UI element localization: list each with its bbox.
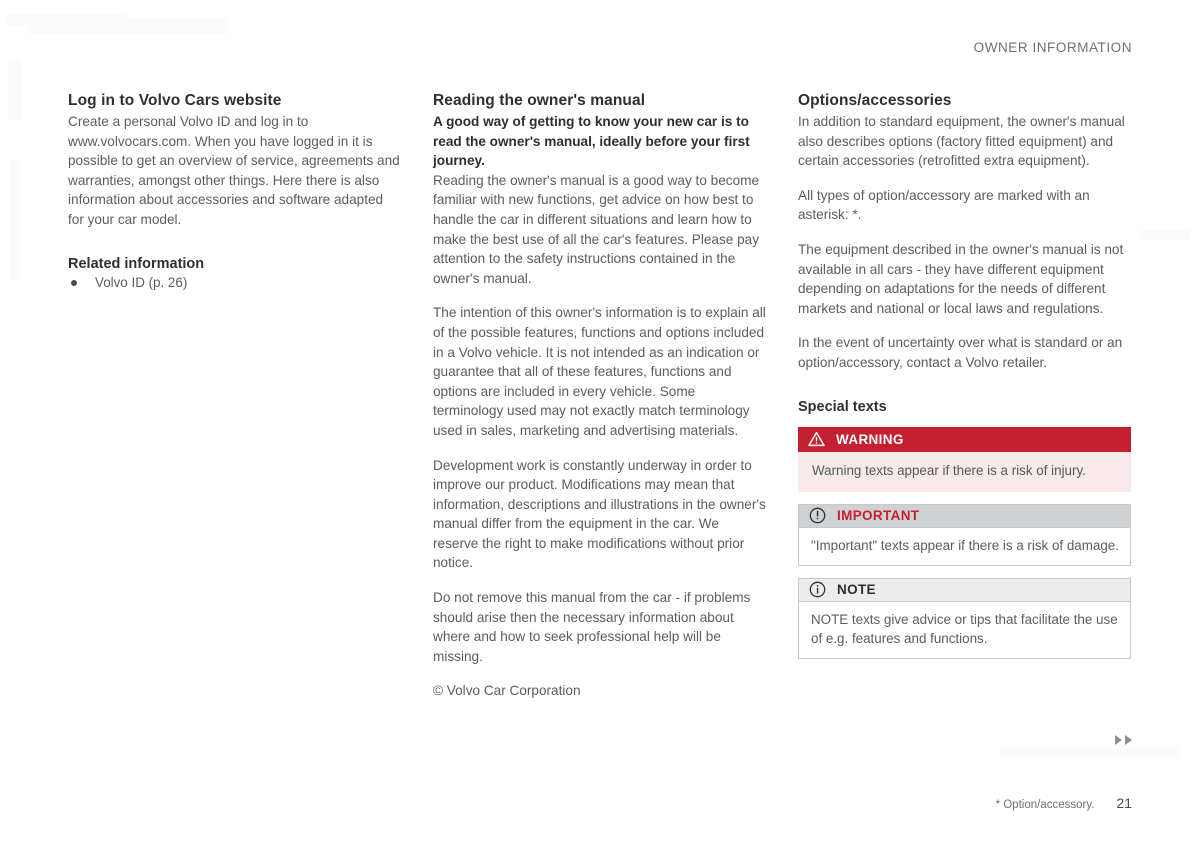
scan-artifact	[8, 60, 22, 120]
bullet-icon	[71, 279, 77, 286]
note-box-label: NOTE	[837, 582, 876, 598]
right-section-heading: Options/accessories	[798, 92, 952, 109]
middle-paragraph-2: The intention of this owner's informatio…	[433, 305, 766, 438]
arrow-triangle	[1115, 735, 1122, 745]
right-paragraph-4: In the event of uncertainty over what is…	[798, 335, 1123, 370]
warning-triangle-icon	[807, 430, 825, 448]
column-right: Options/accessories In addition to stand…	[798, 92, 1131, 701]
middle-section-heading: Reading the owner's manual	[433, 92, 646, 109]
related-information-list: Volvo ID (p. 26)	[68, 273, 401, 293]
note-box-header: NOTE	[799, 578, 1130, 602]
info-circle-icon	[808, 581, 826, 599]
right-paragraph-1: In addition to standard equipment, the o…	[798, 114, 1125, 169]
copyright-notice: © Volvo Car Corporation	[433, 683, 581, 699]
middle-paragraph-3: Development work is constantly underway …	[433, 457, 766, 571]
middle-paragraph-4: Do not remove this manual from the car -…	[433, 590, 751, 664]
note-box: NOTE NOTE texts give advice or tips that…	[798, 577, 1131, 659]
scan-artifact	[1140, 230, 1190, 240]
warning-box-header: WARNING	[798, 426, 1131, 452]
content-columns: Log in to Volvo Cars website Create a pe…	[68, 92, 1132, 701]
right-paragraph-2: All types of option/accessory are marked…	[798, 187, 1090, 223]
middle-lead-paragraph: A good way of getting to know your new c…	[433, 114, 750, 169]
important-box-label: IMPORTANT	[837, 508, 920, 524]
warning-box-text: Warning texts appear if there is a risk …	[798, 451, 1131, 492]
arrow-triangle	[1125, 735, 1132, 745]
scan-artifact	[1000, 745, 1180, 759]
column-left: Log in to Volvo Cars website Create a pe…	[68, 92, 401, 701]
important-box: IMPORTANT "Important" texts appear if th…	[798, 503, 1131, 566]
special-texts-heading: Special texts	[798, 398, 887, 415]
note-box-text: NOTE texts give advice or tips that faci…	[799, 601, 1130, 658]
column-middle: Reading the owner's manual A good way of…	[433, 92, 766, 701]
double-right-arrow-icon[interactable]	[1115, 735, 1132, 745]
page-number: 21	[1116, 795, 1132, 811]
important-box-text: "Important" texts appear if there is a r…	[799, 527, 1130, 565]
warning-box: WARNING Warning texts appear if there is…	[798, 426, 1131, 492]
important-box-header: IMPORTANT	[799, 504, 1130, 528]
scan-artifact	[28, 18, 228, 34]
left-intro-paragraph: Create a personal Volvo ID and log in to…	[68, 114, 400, 227]
page-header-title: OWNER INFORMATION	[973, 40, 1132, 55]
warning-box-label: WARNING	[836, 431, 904, 447]
exclamation-circle-icon	[808, 507, 826, 525]
option-accessory-note: * Option/accessory.	[995, 799, 1095, 811]
middle-paragraph-1: Reading the owner's manual is a good way…	[433, 172, 760, 286]
page-footer: * Option/accessory. 21	[996, 795, 1132, 811]
left-section-heading: Log in to Volvo Cars website	[68, 92, 282, 109]
related-information-heading: Related information	[68, 255, 205, 272]
scan-artifact	[10, 160, 20, 280]
scan-artifact	[6, 14, 126, 26]
related-link-label[interactable]: Volvo ID (p. 26)	[95, 275, 187, 290]
right-paragraph-3: The equipment described in the owner's m…	[798, 241, 1124, 316]
list-item[interactable]: Volvo ID (p. 26)	[68, 273, 401, 293]
